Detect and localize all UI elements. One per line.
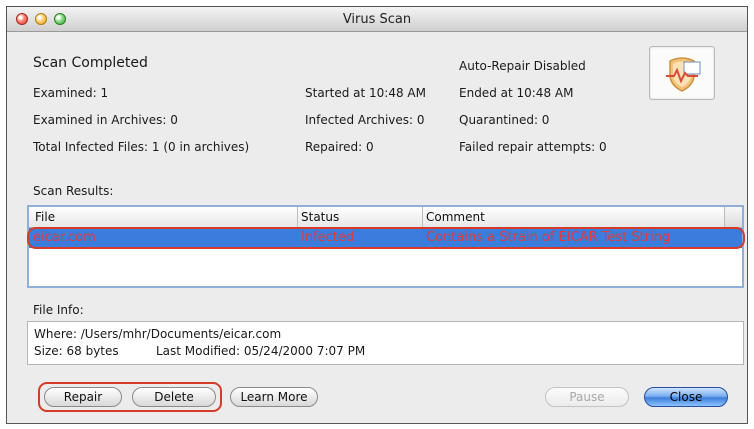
scan-start-time: Started at 10:48 AM <box>305 86 426 100</box>
quarantined-count: Quarantined: 0 <box>459 113 550 127</box>
infected-archives-count: Infected Archives: 0 <box>305 113 425 127</box>
column-header-comment[interactable]: Comment <box>426 210 485 224</box>
results-table-header: File Status Comment <box>29 207 742 228</box>
file-location: Where: /Users/mhr/Documents/eicar.com <box>34 327 282 341</box>
row-file-name: eicar.com <box>33 230 96 245</box>
examined-count: Examined: 1 <box>33 86 109 100</box>
scan-status-heading: Scan Completed <box>33 55 148 71</box>
delete-button[interactable]: Delete <box>132 387 216 407</box>
repair-button[interactable]: Repair <box>44 387 122 407</box>
header-scroll-corner <box>724 207 742 227</box>
scan-results-label: Scan Results: <box>33 184 114 198</box>
file-info-panel: Where: /Users/mhr/Documents/eicar.com Si… <box>27 321 744 365</box>
file-info-label: File Info: <box>33 303 84 317</box>
table-row[interactable]: eicar.com Infected Contains a Strain of … <box>29 228 742 248</box>
column-header-file[interactable]: File <box>35 210 55 224</box>
repaired-count: Repaired: 0 <box>305 140 374 154</box>
scan-end-time: Ended at 10:48 AM <box>459 86 574 100</box>
pause-button[interactable]: Pause <box>545 387 629 407</box>
column-divider <box>422 207 423 227</box>
file-last-modified: Last Modified: 05/24/2000 7:07 PM <box>156 344 366 358</box>
column-divider <box>297 207 298 227</box>
scan-results-table[interactable]: File Status Comment eicar.com Infected C… <box>27 205 745 288</box>
close-button[interactable]: Close <box>644 387 728 407</box>
total-infected-count: Total Infected Files: 1 (0 in archives) <box>33 140 250 154</box>
examined-archives-count: Examined in Archives: 0 <box>33 113 178 127</box>
shield-heartbeat-icon <box>666 57 701 92</box>
file-size: Size: 68 bytes <box>34 344 119 358</box>
failed-repairs-count: Failed repair attempts: 0 <box>459 140 607 154</box>
auto-repair-status: Auto-Repair Disabled <box>459 59 586 73</box>
row-status: Infected <box>301 230 355 245</box>
column-header-status[interactable]: Status <box>301 210 339 224</box>
app-logo <box>649 46 715 100</box>
learn-more-button[interactable]: Learn More <box>230 387 318 407</box>
title-bar[interactable]: Virus Scan <box>7 7 747 32</box>
window-title: Virus Scan <box>342 12 412 27</box>
row-comment: Contains a Strain of EICAR Test String <box>426 230 671 245</box>
